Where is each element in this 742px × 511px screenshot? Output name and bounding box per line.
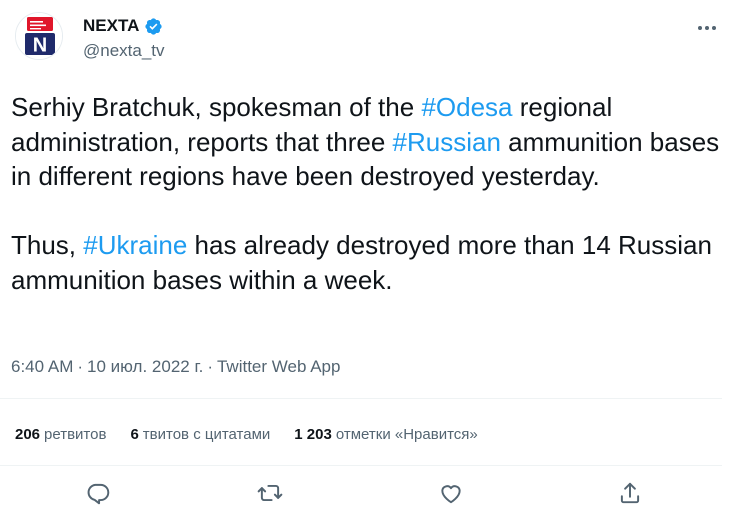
tweet-meta: 6:40 AM · 10 июл. 2022 г. · Twitter Web App (11, 357, 340, 377)
quotes-label: твитов с цитатами (142, 426, 271, 443)
retweet-icon[interactable] (257, 480, 283, 506)
retweets-stat[interactable]: 206 ретвитов (15, 426, 106, 443)
tweet-text: Serhiy Bratchuk, spokesman of the #Odesa… (11, 90, 726, 297)
meta-separator: · (77, 357, 84, 376)
quotes-stat[interactable]: 6 твитов с цитатами (130, 426, 270, 443)
account-name-row[interactable]: NEXTA (83, 16, 163, 36)
reply-icon[interactable] (85, 480, 111, 506)
text-segment: Serhiy Bratchuk, spokesman of the (11, 92, 422, 122)
divider (0, 398, 722, 399)
share-icon[interactable] (617, 480, 643, 506)
more-options-icon[interactable] (692, 14, 722, 42)
svg-text:N: N (33, 35, 47, 57)
meta-separator: · (207, 357, 213, 376)
text-segment: Thus, (11, 230, 84, 260)
hashtag-ukraine[interactable]: #Ukraine (83, 230, 187, 260)
likes-count: 1 203 (294, 426, 332, 443)
tweet-actions (0, 480, 742, 507)
retweets-count: 206 (15, 426, 41, 443)
like-icon[interactable] (438, 480, 464, 506)
tweet-stats: 206 ретвитов 6 твитов с цитатами 1 203 отме… (15, 426, 478, 443)
quotes-count: 6 (130, 426, 139, 443)
account-handle[interactable]: @nexta_tv (83, 41, 165, 61)
avatar[interactable]: N (15, 12, 63, 60)
retweets-label: ретвитов (44, 426, 107, 443)
likes-label: отметки «Нравится» (335, 426, 478, 443)
tweet-source-app[interactable]: Twitter Web App (217, 357, 340, 376)
verified-badge-icon (144, 17, 163, 36)
hashtag-russian[interactable]: #Russian (393, 127, 501, 157)
tweet-paragraph-1: Serhiy Bratchuk, spokesman of the #Odesa… (11, 90, 726, 194)
tweet-time[interactable]: 6:40 AM (11, 357, 73, 376)
account-name[interactable]: NEXTA (83, 16, 139, 36)
tweet-paragraph-2: Thus, #Ukraine has already destroyed mor… (11, 228, 726, 297)
tweet-date[interactable]: 10 июл. 2022 г. (87, 357, 203, 376)
hashtag-odesa[interactable]: #Odesa (421, 92, 512, 122)
nexta-logo-icon: N (16, 13, 62, 59)
divider (0, 465, 722, 466)
likes-stat[interactable]: 1 203 отметки «Нравится» (294, 426, 477, 443)
